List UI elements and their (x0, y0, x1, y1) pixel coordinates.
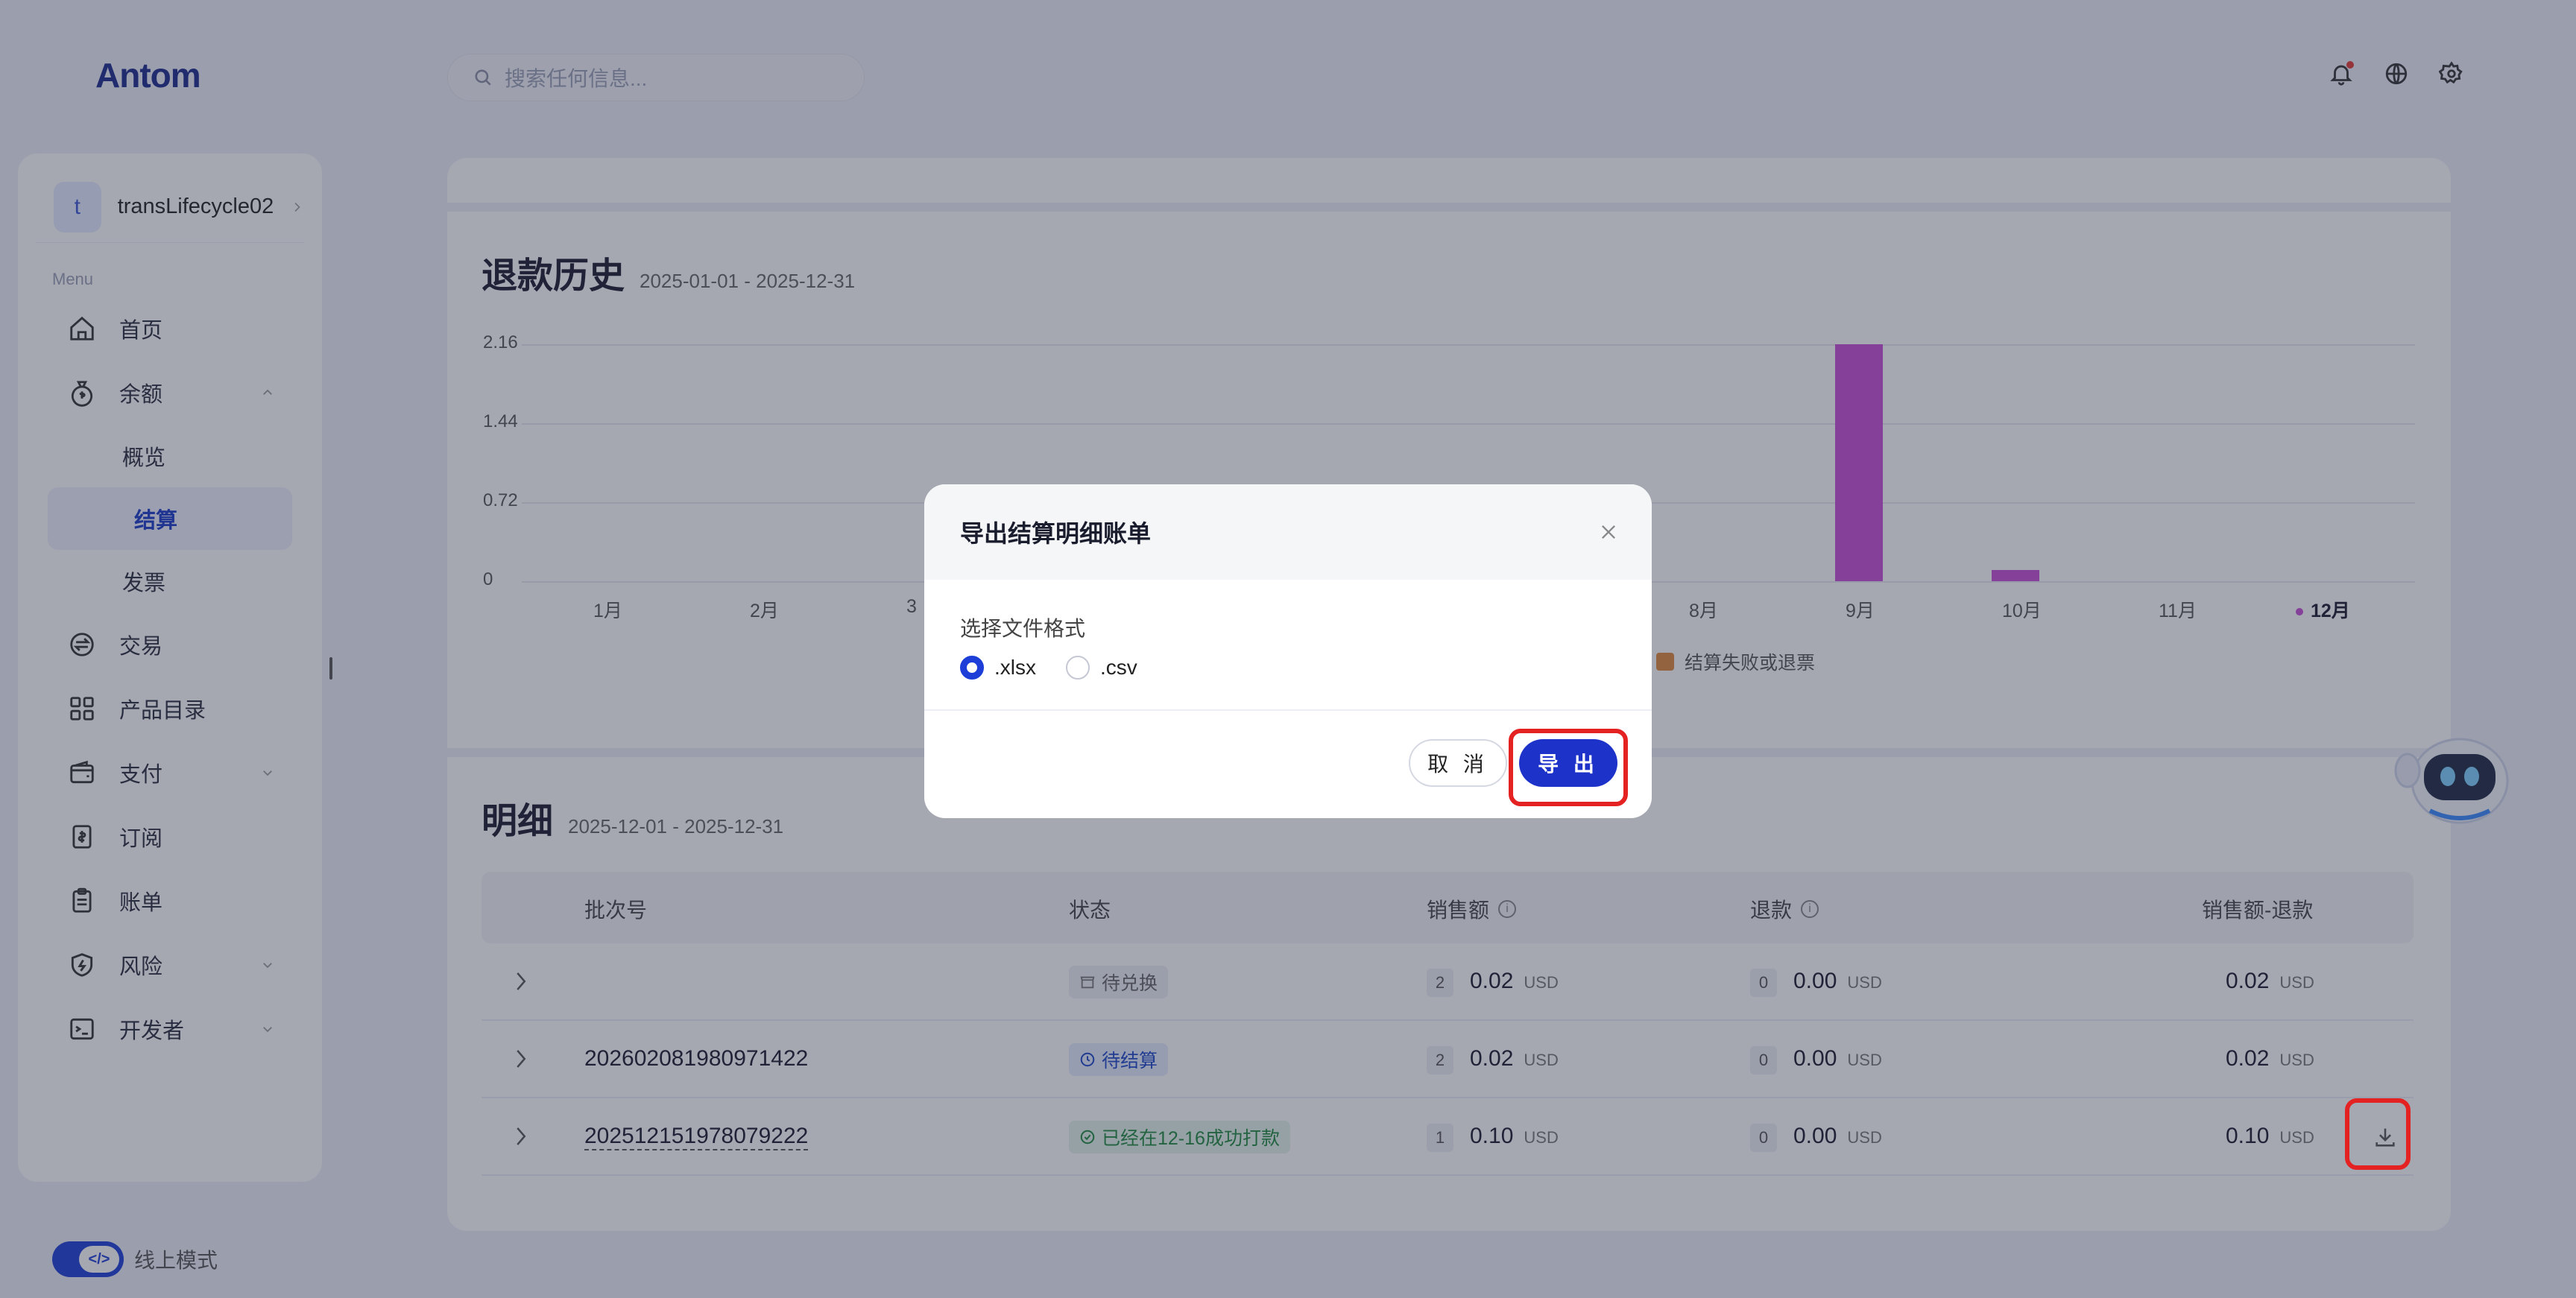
format-radio-group: .xlsx .csv (960, 656, 1616, 680)
close-icon[interactable] (1598, 522, 1619, 542)
cancel-button[interactable]: 取 消 (1409, 739, 1507, 787)
dialog-title: 导出结算明细账单 (960, 520, 1152, 547)
radio-xlsx[interactable]: .xlsx (960, 656, 1036, 680)
radio-button[interactable] (1066, 656, 1090, 680)
dialog-body: 选择文件格式 .xlsx .csv (924, 580, 1652, 711)
format-label: 选择文件格式 (960, 617, 1086, 640)
radio-button-checked[interactable] (960, 656, 984, 680)
highlight-export-button (1509, 729, 1628, 806)
highlight-download-button (2345, 1098, 2411, 1170)
radio-csv[interactable]: .csv (1066, 656, 1137, 680)
radio-label: .csv (1100, 656, 1137, 679)
radio-label: .xlsx (994, 656, 1036, 679)
dialog-header: 导出结算明细账单 (924, 484, 1652, 580)
